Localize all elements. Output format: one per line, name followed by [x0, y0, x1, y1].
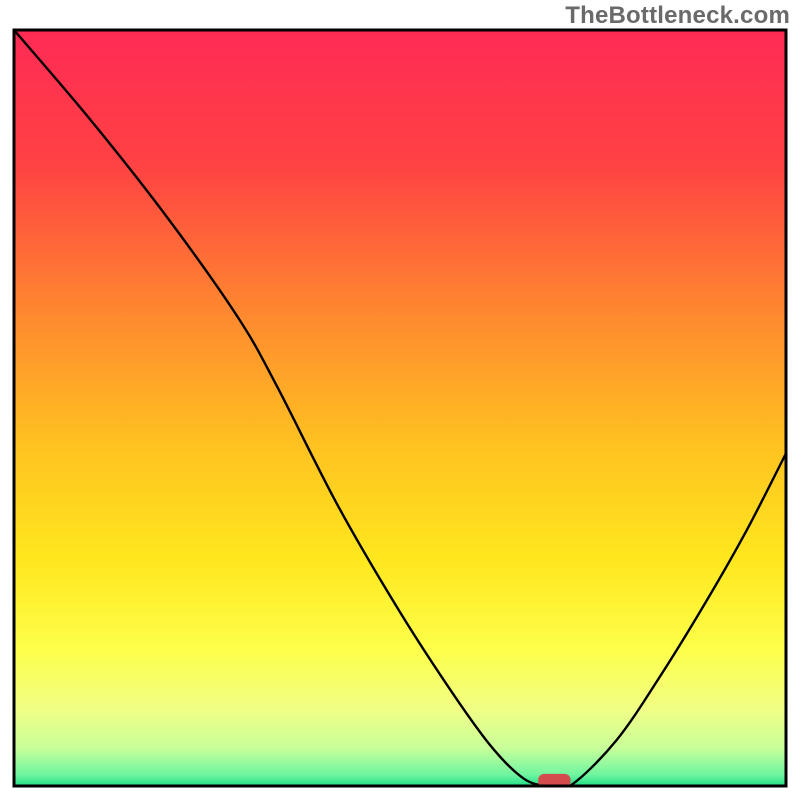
chart-container: TheBottleneck.com	[0, 0, 800, 800]
bottleneck-chart	[0, 0, 800, 800]
gradient-background	[14, 30, 786, 786]
watermark-label: TheBottleneck.com	[565, 2, 790, 30]
